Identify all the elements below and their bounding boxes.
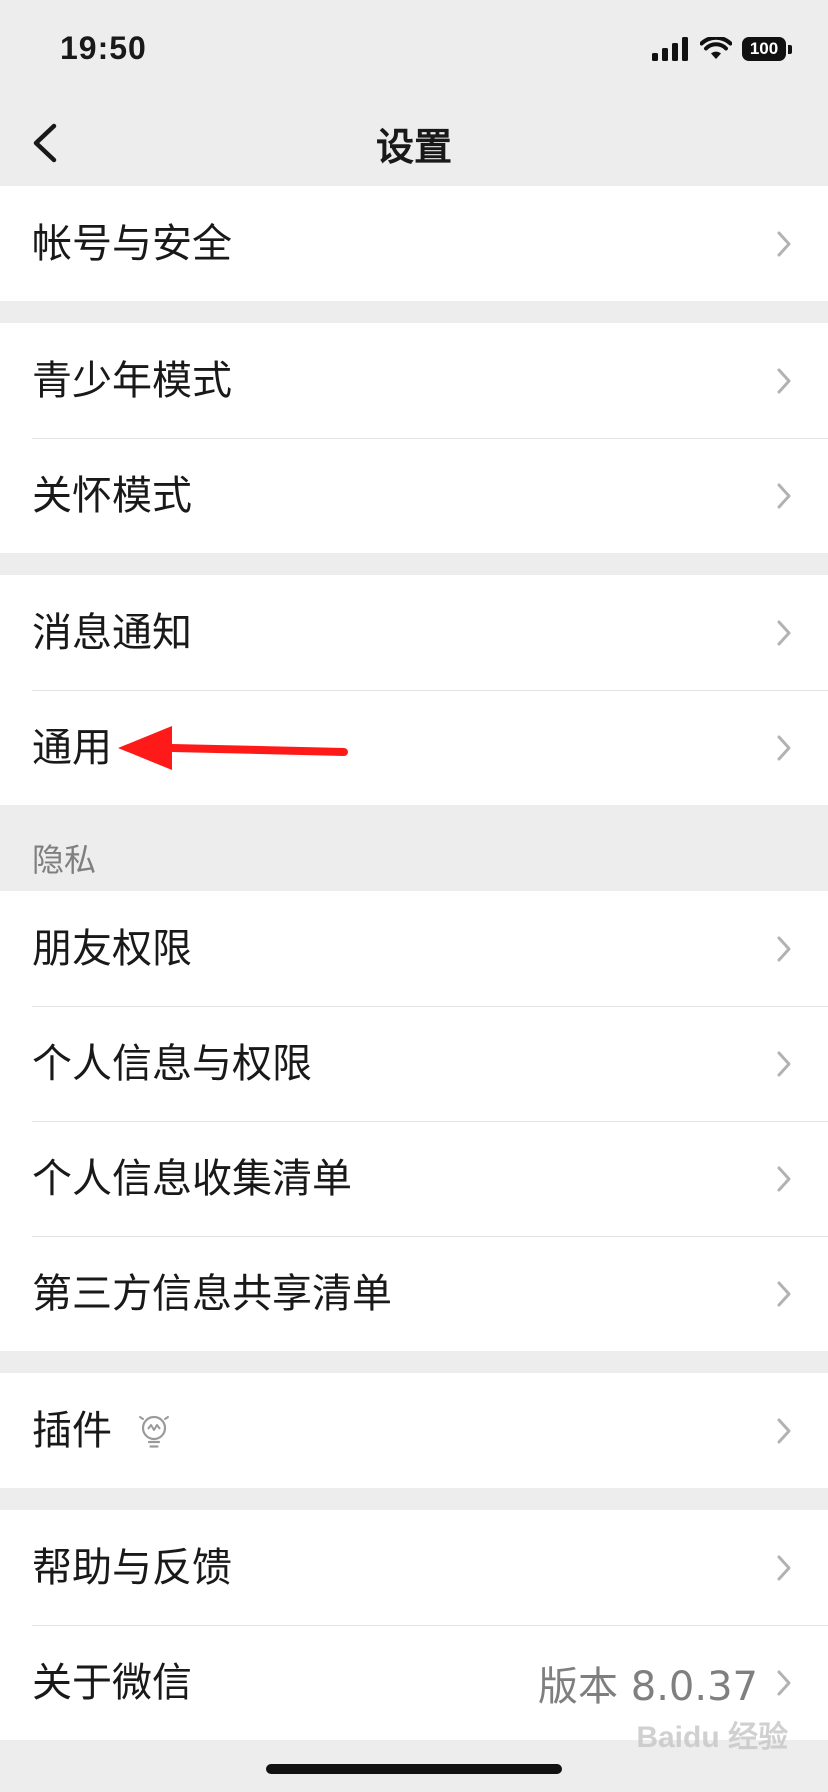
settings-item-label: 第三方信息共享清单 [32, 1270, 392, 1317]
settings-group-plugins: 插件 [0, 1373, 828, 1488]
page-title: 设置 [375, 125, 452, 169]
home-indicator[interactable] [266, 1764, 562, 1774]
chevron-right-icon [777, 483, 791, 508]
settings-item-label: 个人信息收集清单 [32, 1155, 352, 1202]
nav-bar: 设置 [0, 100, 828, 186]
chevron-right-icon [777, 1281, 791, 1306]
group-spacer [0, 1351, 828, 1373]
settings-item-personal-info-permissions[interactable]: 个人信息与权限 [0, 1006, 828, 1121]
settings-item-label: 朋友权限 [32, 925, 192, 972]
settings-item-care-mode[interactable]: 关怀模式 [0, 438, 828, 553]
settings-group-modes: 青少年模式 关怀模式 [0, 323, 828, 553]
watermark: Baidu 经验 [636, 1721, 788, 1754]
settings-item-plugins[interactable]: 插件 [0, 1373, 828, 1488]
settings-item-label: 关于微信 [32, 1659, 192, 1706]
battery-level: 100 [749, 39, 779, 58]
chevron-right-icon [777, 1166, 791, 1191]
settings-item-info-collection-list[interactable]: 个人信息收集清单 [0, 1121, 828, 1236]
version-value: 版本 8.0.37 [538, 1663, 758, 1710]
settings-item-teen-mode[interactable]: 青少年模式 [0, 323, 828, 438]
settings-item-label: 关怀模式 [32, 472, 192, 519]
chevron-right-icon [777, 1670, 791, 1695]
settings-item-label: 帐号与安全 [32, 220, 232, 267]
status-bar: 19:50 100 [0, 0, 828, 100]
chevron-right-icon [777, 620, 791, 645]
settings-item-friend-permissions[interactable]: 朋友权限 [0, 891, 828, 1006]
settings-item-third-party-sharing-list[interactable]: 第三方信息共享清单 [0, 1236, 828, 1351]
settings-item-label: 青少年模式 [32, 357, 232, 404]
settings-item-label: 插件 [32, 1407, 112, 1454]
wifi-icon [700, 37, 732, 59]
settings-group-privacy: 朋友权限 个人信息与权限 个人信息收集清单 第三方信息共享清单 [0, 891, 828, 1351]
lightbulb-icon [139, 1415, 169, 1448]
group-spacer [0, 1488, 828, 1510]
settings-item-label: 个人信息与权限 [32, 1040, 312, 1087]
settings-item-label: 消息通知 [32, 609, 192, 656]
settings-group-account: 帐号与安全 [0, 186, 828, 301]
chevron-right-icon [777, 1051, 791, 1076]
settings-group-about: 帮助与反馈 关于微信 版本 8.0.37 [0, 1510, 828, 1740]
chevron-right-icon [777, 1418, 791, 1443]
group-spacer [0, 553, 828, 575]
section-label-privacy: 隐私 [0, 805, 828, 891]
chevron-right-icon [777, 231, 791, 256]
status-icons: 100 [652, 34, 792, 64]
annotation-arrow-icon [118, 726, 348, 770]
settings-item-notifications[interactable]: 消息通知 [0, 575, 828, 690]
settings-list: 帐号与安全 青少年模式 关怀模式 消息通知 通用 隐私 朋友权限 个人信息与权限… [0, 186, 828, 1740]
chevron-right-icon [777, 936, 791, 961]
chevron-right-icon [777, 735, 791, 760]
battery-icon: 100 [742, 36, 792, 62]
chevron-right-icon [777, 368, 791, 393]
settings-item-account-security[interactable]: 帐号与安全 [0, 186, 828, 301]
chevron-right-icon [777, 1555, 791, 1580]
cellular-signal-icon [652, 37, 688, 61]
settings-item-help-feedback[interactable]: 帮助与反馈 [0, 1510, 828, 1625]
group-spacer [0, 301, 828, 323]
settings-item-label: 通用 [32, 724, 112, 771]
status-time: 19:50 [60, 30, 147, 66]
settings-item-label: 帮助与反馈 [32, 1544, 232, 1591]
